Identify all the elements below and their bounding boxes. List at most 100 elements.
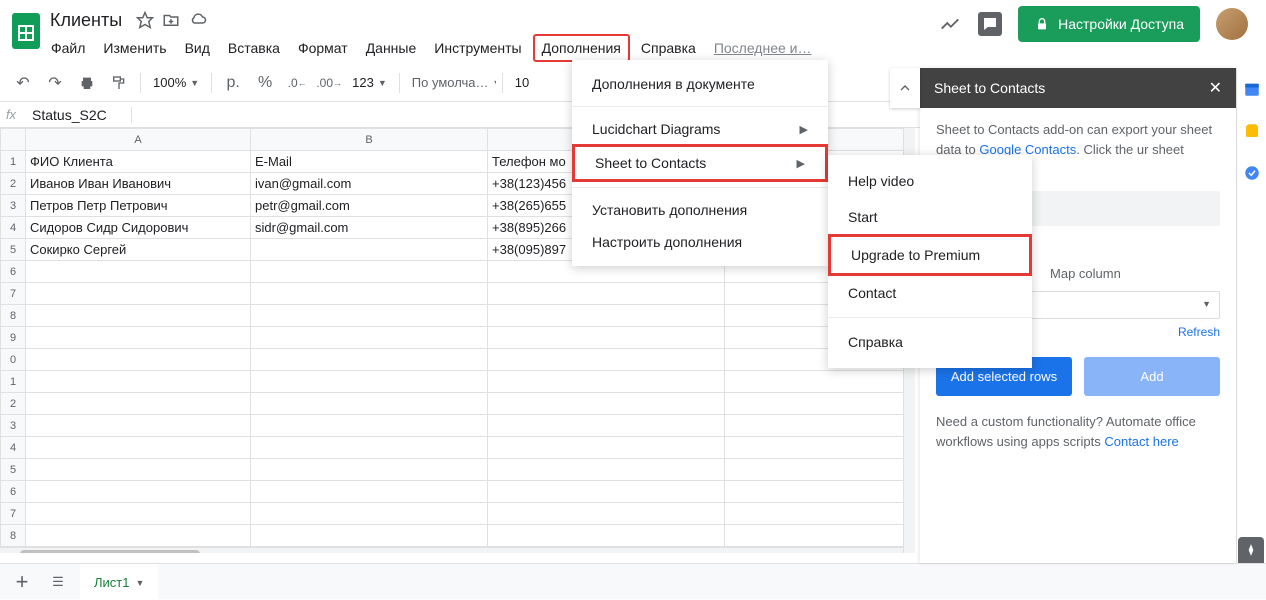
formula-input[interactable]: Status_S2C <box>22 107 132 123</box>
row-header[interactable]: 3 <box>1 195 26 217</box>
decrease-decimal-button[interactable]: .0← <box>282 69 312 97</box>
row-header[interactable]: 7 <box>1 503 26 525</box>
submenu-upgrade[interactable]: Upgrade to Premium <box>828 234 1032 276</box>
row-header[interactable]: 1 <box>1 371 26 393</box>
cell[interactable] <box>26 459 251 481</box>
addons-lucidchart[interactable]: Lucidchart Diagrams▶ <box>572 113 828 145</box>
row-header[interactable]: 2 <box>1 173 26 195</box>
cell[interactable] <box>26 327 251 349</box>
cell[interactable] <box>251 503 488 525</box>
move-icon[interactable] <box>162 11 180 29</box>
cell[interactable] <box>26 305 251 327</box>
cell[interactable] <box>488 415 725 437</box>
cell[interactable] <box>251 349 488 371</box>
cell[interactable] <box>26 349 251 371</box>
row-header[interactable]: 8 <box>1 305 26 327</box>
cell[interactable] <box>488 393 725 415</box>
font-family-select[interactable]: По умолча…▼ <box>406 75 496 90</box>
addons-sheet-to-contacts[interactable]: Sheet to Contacts▶ <box>572 144 828 182</box>
cell[interactable] <box>251 459 488 481</box>
cell[interactable]: sidr@gmail.com <box>251 217 488 239</box>
print-button[interactable] <box>72 69 102 97</box>
cell[interactable]: Иванов Иван Иванович <box>26 173 251 195</box>
menu-addons[interactable]: Дополнения <box>533 34 630 62</box>
cell[interactable] <box>725 459 904 481</box>
menu-help[interactable]: Справка <box>634 36 703 60</box>
cell[interactable] <box>725 525 904 547</box>
cell[interactable]: Сидоров Сидр Сидорович <box>26 217 251 239</box>
sheets-logo[interactable] <box>8 8 44 54</box>
cell[interactable] <box>251 481 488 503</box>
cell[interactable] <box>488 371 725 393</box>
cell[interactable] <box>251 261 488 283</box>
row-header[interactable]: 1 <box>1 151 26 173</box>
share-button[interactable]: Настройки Доступа <box>1018 6 1200 42</box>
tasks-icon[interactable] <box>1243 164 1261 182</box>
addons-doc-addons[interactable]: Дополнения в документе <box>572 68 828 100</box>
cell[interactable] <box>488 525 725 547</box>
row-header[interactable]: 4 <box>1 437 26 459</box>
cell[interactable] <box>488 349 725 371</box>
row-header[interactable]: 6 <box>1 481 26 503</box>
row-header[interactable]: 5 <box>1 459 26 481</box>
cell[interactable] <box>251 283 488 305</box>
menu-view[interactable]: Вид <box>178 36 217 60</box>
cell[interactable] <box>251 327 488 349</box>
activity-icon[interactable] <box>938 12 962 36</box>
select-all-cell[interactable] <box>1 129 26 151</box>
format-percent-button[interactable]: % <box>250 69 280 97</box>
cell[interactable] <box>725 503 904 525</box>
add-sheet-button[interactable]: + <box>8 568 36 596</box>
menu-last-edit[interactable]: Последнее и… <box>707 36 819 60</box>
cell[interactable] <box>488 305 725 327</box>
format-currency-button[interactable]: р. <box>218 69 248 97</box>
menu-tools[interactable]: Инструменты <box>427 36 528 60</box>
cell[interactable] <box>488 327 725 349</box>
all-sheets-button[interactable]: ☰ <box>44 568 72 596</box>
explore-button[interactable] <box>1238 537 1264 563</box>
addons-manage[interactable]: Настроить дополнения <box>572 226 828 258</box>
number-format-select[interactable]: 123▼ <box>346 75 393 90</box>
cell[interactable]: ФИО Клиента <box>26 151 251 173</box>
increase-decimal-button[interactable]: .00→ <box>314 69 344 97</box>
cell[interactable]: Петров Петр Петрович <box>26 195 251 217</box>
calendar-icon[interactable] <box>1243 80 1261 98</box>
cell[interactable] <box>26 393 251 415</box>
submenu-help-video[interactable]: Help video <box>828 163 1032 199</box>
cell[interactable] <box>26 415 251 437</box>
font-size-select[interactable]: 10 <box>509 75 535 90</box>
cell[interactable] <box>725 393 904 415</box>
cell[interactable] <box>26 481 251 503</box>
cell[interactable] <box>251 525 488 547</box>
undo-button[interactable]: ↶ <box>8 69 38 97</box>
row-header[interactable]: 5 <box>1 239 26 261</box>
cell[interactable] <box>26 503 251 525</box>
menu-data[interactable]: Данные <box>359 36 424 60</box>
collapse-sidebar-button[interactable] <box>890 68 920 108</box>
fx-icon[interactable]: fx <box>0 107 22 122</box>
zoom-select[interactable]: 100%▼ <box>147 75 205 90</box>
menu-file[interactable]: Файл <box>44 36 92 60</box>
cell[interactable]: petr@gmail.com <box>251 195 488 217</box>
submenu-contact[interactable]: Contact <box>828 275 1032 311</box>
cell[interactable] <box>725 415 904 437</box>
cell[interactable] <box>26 437 251 459</box>
cell[interactable] <box>725 481 904 503</box>
sheet-tab-1[interactable]: Лист1▼ <box>80 564 158 600</box>
row-header[interactable]: 4 <box>1 217 26 239</box>
cell[interactable]: ivan@gmail.com <box>251 173 488 195</box>
cell[interactable] <box>725 371 904 393</box>
redo-button[interactable]: ↷ <box>40 69 70 97</box>
cell[interactable] <box>488 459 725 481</box>
sidebar-close-button[interactable]: ✕ <box>1209 78 1222 98</box>
row-header[interactable]: 6 <box>1 261 26 283</box>
cell[interactable] <box>26 283 251 305</box>
cell[interactable] <box>251 239 488 261</box>
cell[interactable] <box>26 525 251 547</box>
cell[interactable] <box>251 305 488 327</box>
keep-icon[interactable] <box>1243 122 1261 140</box>
addons-install[interactable]: Установить дополнения <box>572 194 828 226</box>
cloud-icon[interactable] <box>188 11 208 29</box>
cell[interactable] <box>488 283 725 305</box>
star-icon[interactable] <box>136 11 154 29</box>
